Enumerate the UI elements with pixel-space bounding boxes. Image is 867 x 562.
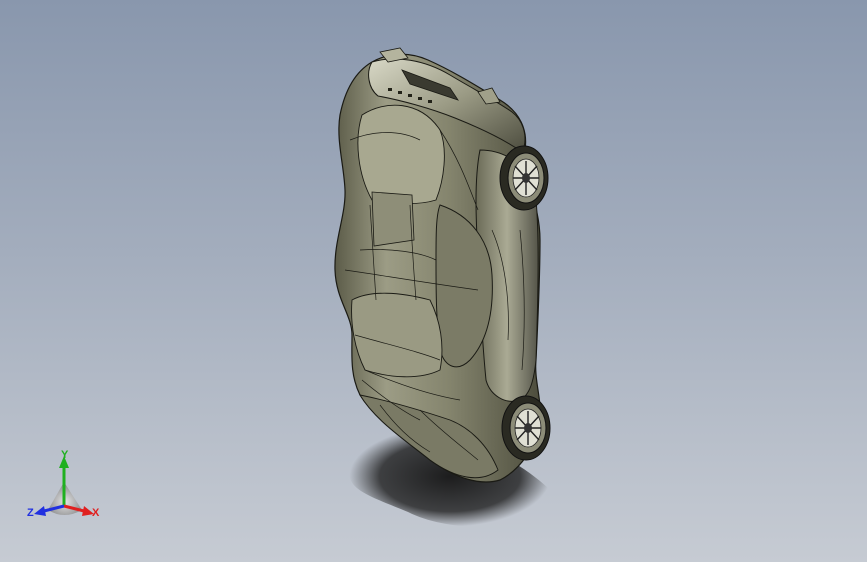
triad-y-label: Y [61, 449, 69, 461]
model-view[interactable] [0, 0, 867, 562]
front-wheel[interactable] [499, 145, 549, 211]
hood-panel [357, 104, 445, 205]
triad-x-label: X [92, 507, 100, 519]
hood-vent [371, 191, 415, 247]
triad-z-arrow [34, 506, 46, 516]
reference-triad[interactable]: Y X Z [26, 448, 106, 524]
rear-wheel[interactable] [501, 395, 551, 461]
graphics-viewport[interactable]: Y X Z [0, 0, 867, 562]
triad-z-label: Z [27, 507, 34, 519]
rear-deck [351, 292, 443, 378]
